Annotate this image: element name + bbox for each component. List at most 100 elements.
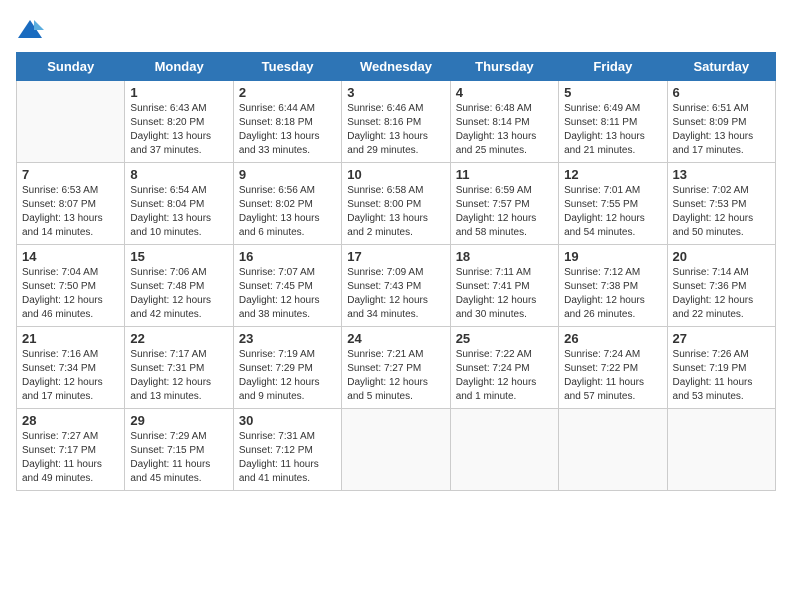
day-number: 14 [22, 249, 119, 264]
logo-icon [16, 16, 44, 44]
calendar-week-row: 28 Sunrise: 7:27 AM Sunset: 7:17 PM Dayli… [17, 409, 776, 491]
day-info: Sunrise: 6:53 AM Sunset: 8:07 PM Dayligh… [22, 184, 119, 240]
weekday-header: Monday [125, 53, 233, 81]
calendar-cell [450, 409, 558, 491]
calendar-cell: 10Sunrise: 6:58 AM Sunset: 8:00 PM Dayli… [342, 163, 450, 245]
calendar-table: SundayMondayTuesdayWednesdayThursdayFrid… [16, 52, 776, 491]
day-number: 1 [130, 85, 227, 100]
day-info: Sunrise: 6:49 AM Sunset: 8:11 PM Dayligh… [564, 102, 661, 158]
day-number: 29 [130, 413, 227, 428]
calendar-cell: 7 Sunrise: 6:53 AM Sunset: 8:07 PM Daylig… [17, 163, 125, 245]
weekday-header: Saturday [667, 53, 775, 81]
day-info: Sunrise: 7:17 AM Sunset: 7:31 PM Dayligh… [130, 348, 227, 404]
day-number: 27 [673, 331, 770, 346]
day-number: 26 [564, 331, 661, 346]
day-info: Sunrise: 7:11 AM Sunset: 7:41 PM Dayligh… [456, 266, 553, 322]
calendar-cell: 16Sunrise: 7:07 AM Sunset: 7:45 PM Dayli… [233, 245, 341, 327]
day-number: 21 [22, 331, 119, 346]
day-number: 22 [130, 331, 227, 346]
weekday-header: Wednesday [342, 53, 450, 81]
day-info: Sunrise: 6:56 AM Sunset: 8:02 PM Dayligh… [239, 184, 336, 240]
calendar-cell: 4 Sunrise: 6:48 AM Sunset: 8:14 PM Daylig… [450, 81, 558, 163]
day-info: Sunrise: 7:29 AM Sunset: 7:15 PM Dayligh… [130, 430, 227, 486]
day-info: Sunrise: 7:07 AM Sunset: 7:45 PM Dayligh… [239, 266, 336, 322]
day-number: 9 [239, 167, 336, 182]
weekday-header: Sunday [17, 53, 125, 81]
weekday-header: Friday [559, 53, 667, 81]
day-info: Sunrise: 7:27 AM Sunset: 7:17 PM Dayligh… [22, 430, 119, 486]
calendar-cell: 12 Sunrise: 7:01 AM Sunset: 7:55 PM Dayli… [559, 163, 667, 245]
calendar-cell: 26 Sunrise: 7:24 AM Sunset: 7:22 PM Dayli… [559, 327, 667, 409]
day-number: 3 [347, 85, 444, 100]
day-info: Sunrise: 6:43 AM Sunset: 8:20 PM Dayligh… [130, 102, 227, 158]
day-info: Sunrise: 7:19 AM Sunset: 7:29 PM Dayligh… [239, 348, 336, 404]
calendar-cell: 13 Sunrise: 7:02 AM Sunset: 7:53 PM Dayli… [667, 163, 775, 245]
day-info: Sunrise: 7:04 AM Sunset: 7:50 PM Dayligh… [22, 266, 119, 322]
day-info: Sunrise: 6:51 AM Sunset: 8:09 PM Dayligh… [673, 102, 770, 158]
day-number: 6 [673, 85, 770, 100]
calendar-cell: 8 Sunrise: 6:54 AM Sunset: 8:04 PM Daylig… [125, 163, 233, 245]
day-info: Sunrise: 6:59 AM Sunset: 7:57 PM Dayligh… [456, 184, 553, 240]
day-info: Sunrise: 7:06 AM Sunset: 7:48 PM Dayligh… [130, 266, 227, 322]
calendar-cell [667, 409, 775, 491]
day-number: 5 [564, 85, 661, 100]
day-number: 19 [564, 249, 661, 264]
day-number: 4 [456, 85, 553, 100]
day-number: 25 [456, 331, 553, 346]
weekday-header: Tuesday [233, 53, 341, 81]
calendar-cell: 2 Sunrise: 6:44 AM Sunset: 8:18 PM Daylig… [233, 81, 341, 163]
calendar-cell: 28 Sunrise: 7:27 AM Sunset: 7:17 PM Dayli… [17, 409, 125, 491]
day-info: Sunrise: 6:48 AM Sunset: 8:14 PM Dayligh… [456, 102, 553, 158]
calendar-cell: 27Sunrise: 7:26 AM Sunset: 7:19 PM Dayli… [667, 327, 775, 409]
day-info: Sunrise: 6:44 AM Sunset: 8:18 PM Dayligh… [239, 102, 336, 158]
day-number: 23 [239, 331, 336, 346]
calendar-cell: 18 Sunrise: 7:11 AM Sunset: 7:41 PM Dayli… [450, 245, 558, 327]
calendar-cell: 11Sunrise: 6:59 AM Sunset: 7:57 PM Dayli… [450, 163, 558, 245]
calendar-cell: 30 Sunrise: 7:31 AM Sunset: 7:12 PM Dayli… [233, 409, 341, 491]
calendar-cell: 3 Sunrise: 6:46 AM Sunset: 8:16 PM Daylig… [342, 81, 450, 163]
day-number: 8 [130, 167, 227, 182]
calendar-week-row: 14 Sunrise: 7:04 AM Sunset: 7:50 PM Dayli… [17, 245, 776, 327]
calendar-cell: 23 Sunrise: 7:19 AM Sunset: 7:29 PM Dayli… [233, 327, 341, 409]
day-info: Sunrise: 7:24 AM Sunset: 7:22 PM Dayligh… [564, 348, 661, 404]
day-number: 7 [22, 167, 119, 182]
day-number: 24 [347, 331, 444, 346]
day-number: 2 [239, 85, 336, 100]
day-info: Sunrise: 7:21 AM Sunset: 7:27 PM Dayligh… [347, 348, 444, 404]
calendar-cell: 17Sunrise: 7:09 AM Sunset: 7:43 PM Dayli… [342, 245, 450, 327]
day-info: Sunrise: 7:31 AM Sunset: 7:12 PM Dayligh… [239, 430, 336, 486]
day-info: Sunrise: 7:01 AM Sunset: 7:55 PM Dayligh… [564, 184, 661, 240]
day-number: 13 [673, 167, 770, 182]
calendar-cell: 25 Sunrise: 7:22 AM Sunset: 7:24 PM Dayli… [450, 327, 558, 409]
day-number: 30 [239, 413, 336, 428]
calendar-cell: 5 Sunrise: 6:49 AM Sunset: 8:11 PM Daylig… [559, 81, 667, 163]
calendar-cell: 9 Sunrise: 6:56 AM Sunset: 8:02 PM Daylig… [233, 163, 341, 245]
calendar-week-row: 21 Sunrise: 7:16 AM Sunset: 7:34 PM Dayli… [17, 327, 776, 409]
day-info: Sunrise: 6:54 AM Sunset: 8:04 PM Dayligh… [130, 184, 227, 240]
calendar-cell: 29 Sunrise: 7:29 AM Sunset: 7:15 PM Dayli… [125, 409, 233, 491]
day-info: Sunrise: 6:46 AM Sunset: 8:16 PM Dayligh… [347, 102, 444, 158]
calendar-cell: 6 Sunrise: 6:51 AM Sunset: 8:09 PM Daylig… [667, 81, 775, 163]
weekday-header: Thursday [450, 53, 558, 81]
weekday-header-row: SundayMondayTuesdayWednesdayThursdayFrid… [17, 53, 776, 81]
day-number: 28 [22, 413, 119, 428]
day-info: Sunrise: 7:16 AM Sunset: 7:34 PM Dayligh… [22, 348, 119, 404]
day-info: Sunrise: 7:02 AM Sunset: 7:53 PM Dayligh… [673, 184, 770, 240]
day-info: Sunrise: 7:14 AM Sunset: 7:36 PM Dayligh… [673, 266, 770, 322]
calendar-cell [342, 409, 450, 491]
day-number: 10 [347, 167, 444, 182]
calendar-cell: 22 Sunrise: 7:17 AM Sunset: 7:31 PM Dayli… [125, 327, 233, 409]
day-number: 15 [130, 249, 227, 264]
calendar-cell: 1 Sunrise: 6:43 AM Sunset: 8:20 PM Daylig… [125, 81, 233, 163]
calendar-cell [17, 81, 125, 163]
day-info: Sunrise: 7:22 AM Sunset: 7:24 PM Dayligh… [456, 348, 553, 404]
calendar-cell: 14 Sunrise: 7:04 AM Sunset: 7:50 PM Dayli… [17, 245, 125, 327]
calendar-week-row: 1 Sunrise: 6:43 AM Sunset: 8:20 PM Daylig… [17, 81, 776, 163]
day-number: 12 [564, 167, 661, 182]
calendar-cell [559, 409, 667, 491]
calendar-cell: 15 Sunrise: 7:06 AM Sunset: 7:48 PM Dayli… [125, 245, 233, 327]
day-number: 18 [456, 249, 553, 264]
day-number: 20 [673, 249, 770, 264]
day-number: 17 [347, 249, 444, 264]
calendar-cell: 20 Sunrise: 7:14 AM Sunset: 7:36 PM Dayli… [667, 245, 775, 327]
